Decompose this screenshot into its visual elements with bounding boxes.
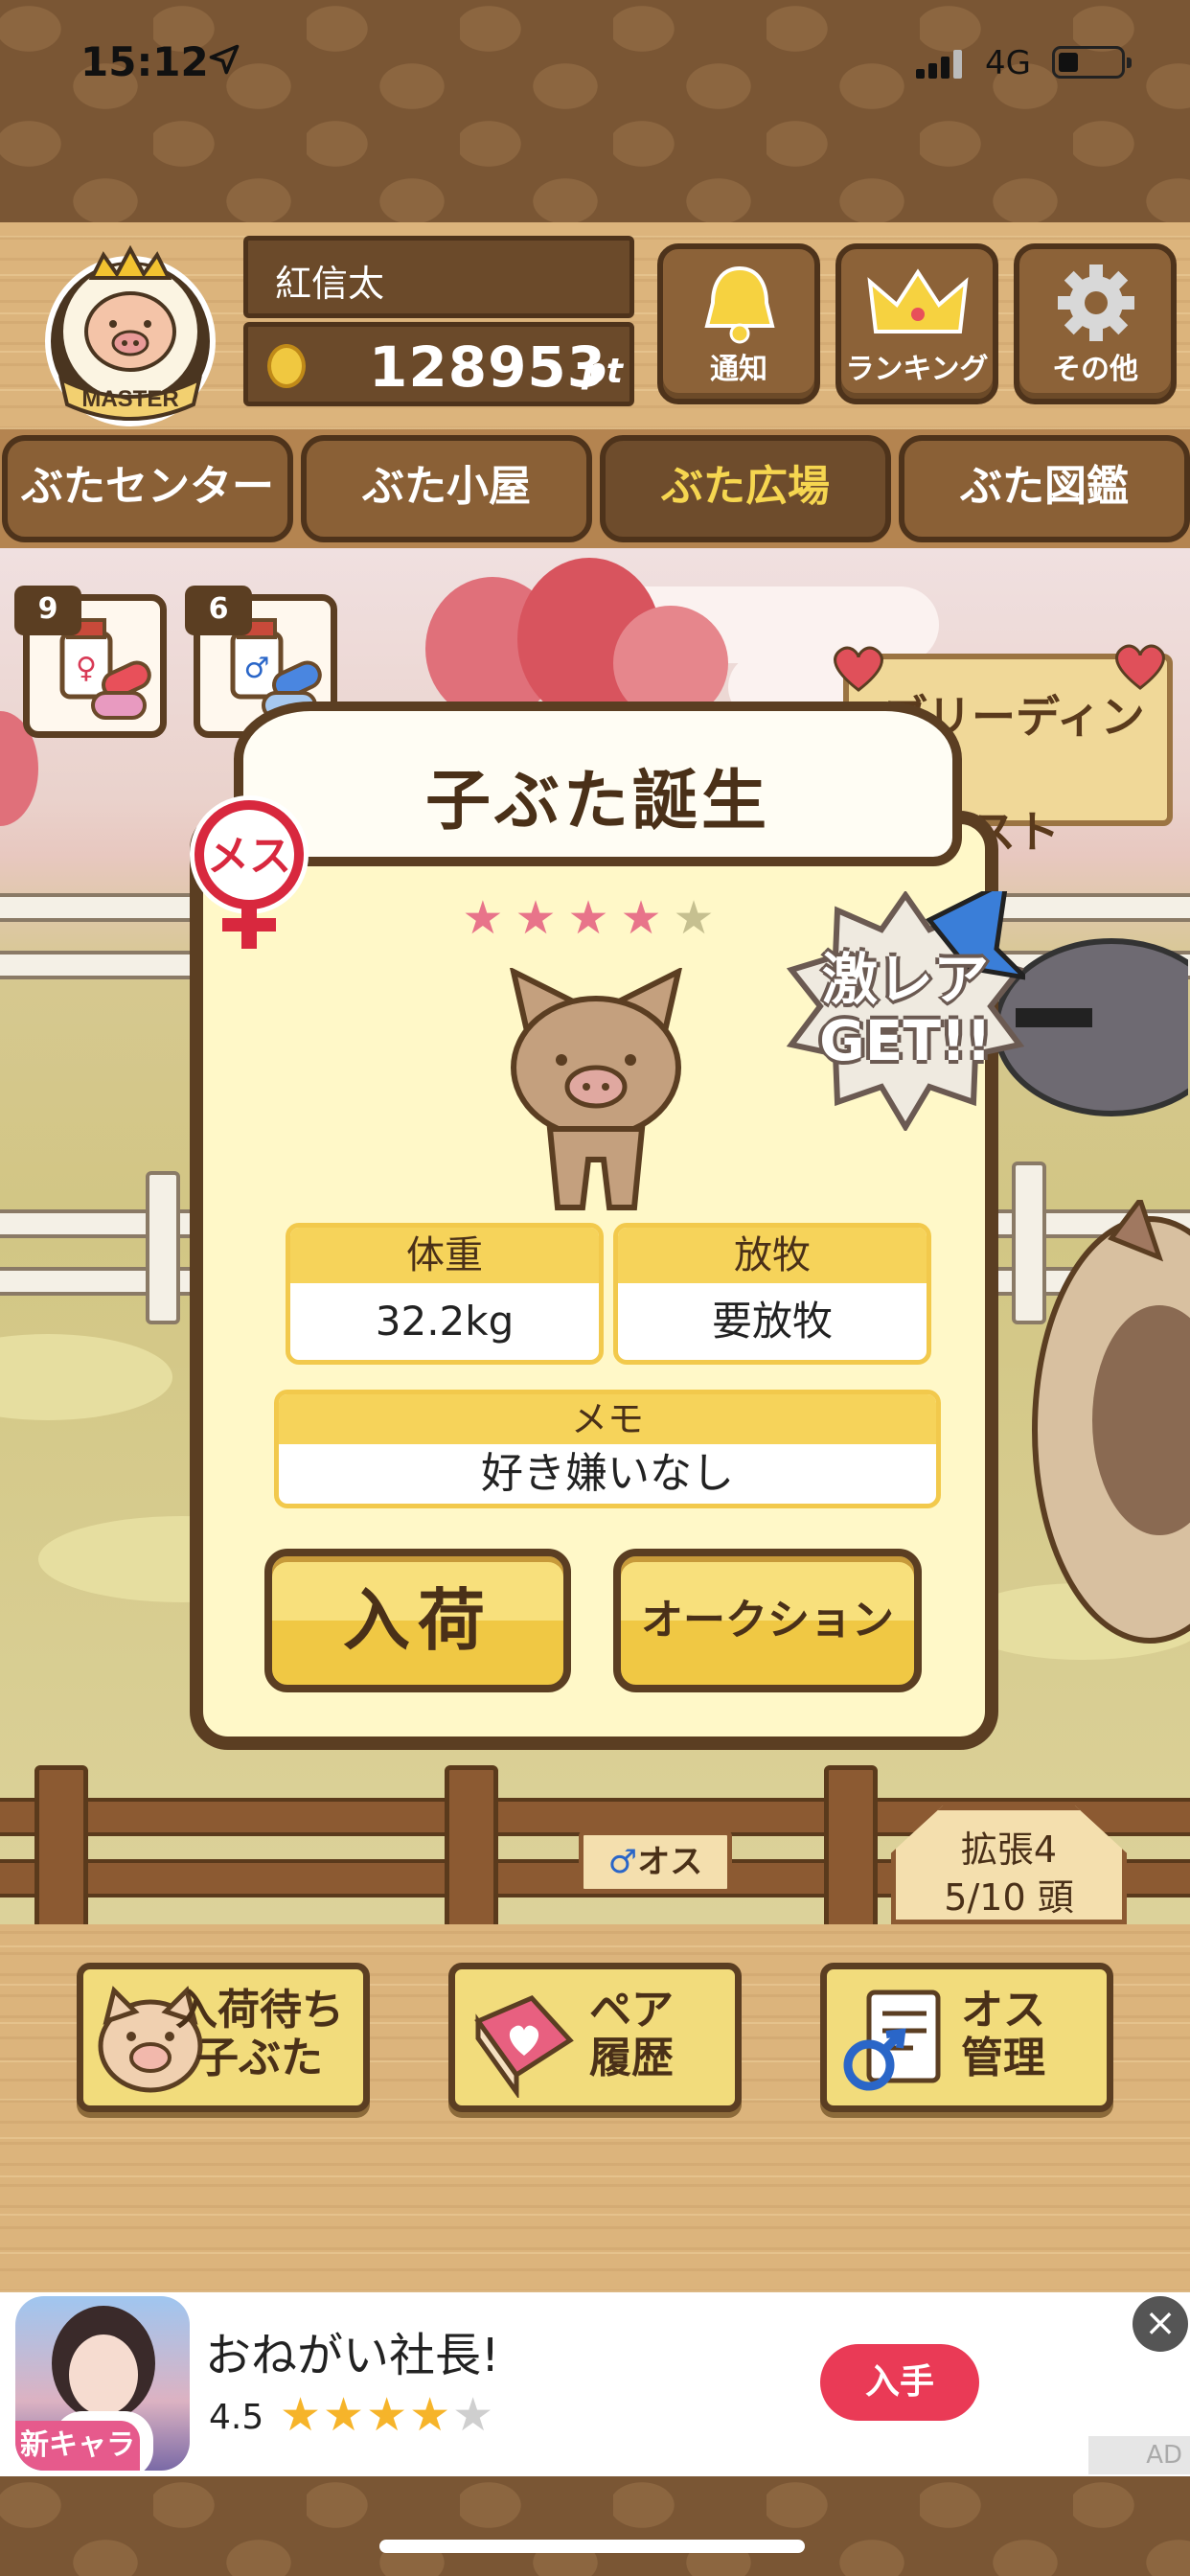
tab-buta-encyclopedia[interactable]: ぶた図鑑 bbox=[899, 435, 1190, 542]
memo-stat: メモ 好き嫌いなし bbox=[274, 1390, 941, 1508]
rare-banner-line1: 激レア bbox=[821, 947, 989, 1012]
tab-buta-plaza[interactable]: ぶた広場 bbox=[600, 435, 891, 542]
auction-button[interactable]: オークション bbox=[613, 1549, 922, 1692]
female-item-count: 9 bbox=[14, 586, 81, 635]
home-indicator[interactable] bbox=[379, 2540, 805, 2553]
notice-button-label: 通知 bbox=[710, 353, 767, 386]
ad-banner[interactable]: 新キャラ おねがい社長! 4.5 ★★★★★ 入手 × AD bbox=[0, 2292, 1190, 2476]
ranking-button-label: ランキング bbox=[845, 353, 989, 386]
memo-value: 好き嫌いなし bbox=[481, 1449, 734, 1498]
rare-banner-line2: GET!! bbox=[819, 1008, 992, 1073]
master-badge-label: MASTER bbox=[81, 386, 178, 412]
stock-button[interactable]: 入荷 bbox=[264, 1549, 571, 1692]
points-value: 128953 bbox=[369, 334, 607, 400]
battery-icon bbox=[1052, 46, 1132, 79]
fence-post bbox=[146, 1171, 180, 1324]
pair-button-line2: 履歴 bbox=[589, 2034, 674, 2082]
modal-title-banner: 子ぶた誕生 bbox=[234, 702, 962, 866]
user-name-box: 紅信太 bbox=[243, 236, 634, 318]
star-filled-icon: ★ bbox=[620, 891, 674, 945]
dark-pig-character bbox=[996, 938, 1188, 1116]
bottom-background bbox=[0, 2476, 1190, 2576]
super-rare-burst: 激レア GET!! bbox=[786, 877, 1033, 1133]
signal-strength-icon bbox=[916, 50, 962, 79]
pair-button-line1: ペア bbox=[589, 1986, 674, 2035]
expand-sign[interactable]: 拡張4 5/10 頭 bbox=[891, 1806, 1127, 1924]
female-badge-label: メス bbox=[207, 832, 291, 881]
modal-title: 子ぶた誕生 bbox=[424, 764, 770, 840]
ranking-button[interactable]: ランキング bbox=[835, 243, 998, 404]
tab-buta-hut[interactable]: ぶた小屋 bbox=[301, 435, 592, 542]
main-tabs: ぶたセンター ぶた小屋 ぶた広場 ぶた図鑑 bbox=[0, 429, 1190, 548]
ad-label: AD bbox=[1088, 2436, 1190, 2474]
heart-icon bbox=[834, 646, 883, 692]
points-unit: pt bbox=[582, 352, 623, 391]
star-empty-icon: ★ bbox=[673, 891, 726, 945]
notice-button[interactable]: 通知 bbox=[657, 243, 820, 404]
piglet-image bbox=[510, 968, 682, 1210]
weight-value: 32.2kg bbox=[375, 1298, 515, 1345]
male-button-line2: 管理 bbox=[961, 2034, 1045, 2082]
male-area-sign[interactable]: ♂オス bbox=[579, 1830, 732, 1894]
user-name: 紅信太 bbox=[275, 263, 385, 305]
other-settings-button[interactable]: その他 bbox=[1014, 243, 1177, 404]
female-fertility-item[interactable]: 9 ♀ bbox=[14, 586, 167, 738]
bell-icon bbox=[704, 265, 775, 344]
crown-icon bbox=[867, 268, 969, 334]
star-filled-icon: ★ bbox=[567, 891, 621, 945]
grazing-label: 放牧 bbox=[618, 1228, 927, 1283]
expand-sign-capacity: 5/10 頭 bbox=[944, 1876, 1074, 1919]
weight-label: 体重 bbox=[290, 1228, 599, 1283]
grazing-stat: 放牧 要放牧 bbox=[613, 1223, 931, 1365]
coin-icon bbox=[267, 344, 306, 388]
male-management-button[interactable]: オス 管理 bbox=[820, 1963, 1113, 2112]
header: MASTER 紅信太 128953 pt 通知 ランキング その他 bbox=[0, 222, 1190, 429]
waiting-button-line2: 子ぶた bbox=[196, 2034, 323, 2082]
grass-patch bbox=[0, 1334, 172, 1420]
ad-rating: 4.5 bbox=[209, 2398, 264, 2437]
status-time: 15:12 bbox=[80, 38, 209, 85]
network-type: 4G bbox=[985, 44, 1031, 82]
ad-app-icon[interactable]: 新キャラ bbox=[15, 2296, 190, 2471]
pig-character bbox=[1032, 1200, 1190, 1644]
ad-rating-stars: ★★★★★ bbox=[280, 2388, 496, 2442]
tab-buta-center[interactable]: ぶたセンター bbox=[2, 435, 293, 542]
svg-text:♀: ♀ bbox=[76, 652, 97, 685]
master-rank-badge[interactable]: MASTER bbox=[34, 236, 226, 427]
pair-history-button[interactable]: ペア 履歴 bbox=[448, 1963, 742, 2112]
waiting-piglets-button[interactable]: 入荷待ち 子ぶた bbox=[77, 1963, 370, 2112]
female-gender-badge: メス bbox=[190, 795, 309, 949]
waiting-button-line1: 入荷待ち bbox=[175, 1986, 344, 2035]
expand-sign-level: 拡張4 bbox=[960, 1828, 1058, 1871]
other-button-label: その他 bbox=[1052, 353, 1138, 386]
ad-icon-tag: 新キャラ bbox=[15, 2421, 140, 2471]
bottom-action-bar: 入荷待ち 子ぶた ペア 履歴 オス 管理 bbox=[0, 1924, 1190, 2292]
svg-text:♂: ♂ bbox=[244, 652, 270, 685]
gear-icon bbox=[1058, 264, 1134, 341]
star-filled-icon: ★ bbox=[515, 891, 568, 945]
status-bar: 15:12 4G bbox=[0, 0, 1190, 125]
ad-title: おねがい社長! bbox=[205, 2329, 500, 2382]
ad-get-button[interactable]: 入手 bbox=[820, 2344, 979, 2421]
ad-close-icon[interactable]: × bbox=[1133, 2296, 1188, 2352]
male-item-count: 6 bbox=[185, 586, 252, 635]
star-filled-icon: ★ bbox=[462, 891, 515, 945]
points-box: 128953 pt bbox=[243, 322, 634, 406]
weight-stat: 体重 32.2kg bbox=[286, 1223, 604, 1365]
male-button-line1: オス bbox=[961, 1986, 1045, 2035]
male-sign-label: オス bbox=[637, 1843, 703, 1881]
location-arrow-icon bbox=[209, 44, 240, 75]
memo-label: メモ bbox=[279, 1394, 936, 1444]
grazing-value: 要放牧 bbox=[711, 1298, 833, 1345]
male-symbol-icon: ♂ bbox=[607, 1843, 638, 1881]
heart-icon bbox=[1115, 644, 1165, 690]
